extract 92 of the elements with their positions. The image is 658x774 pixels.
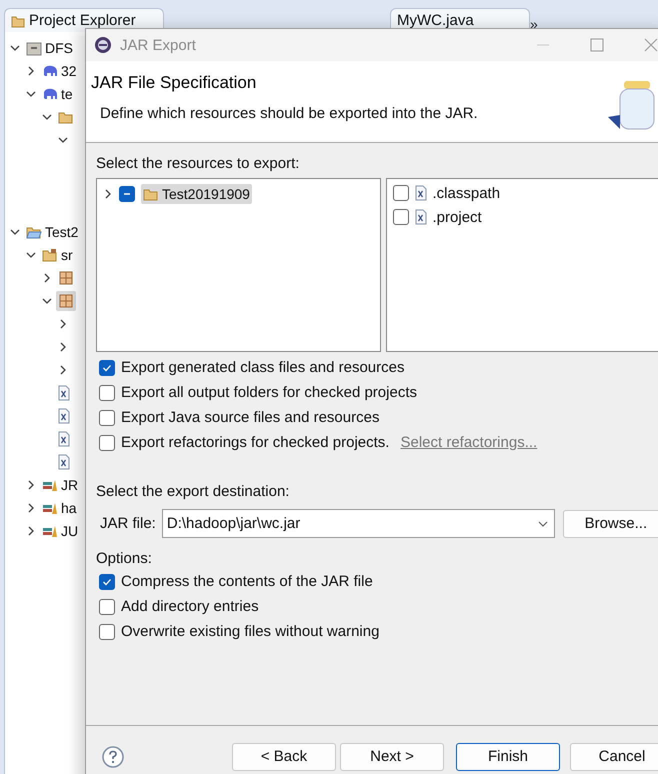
page-description: Define which resources should be exported into the JAR. [99, 105, 478, 122]
tree-label: Test2 [45, 224, 78, 240]
chevron-right-icon[interactable] [58, 364, 68, 374]
window-title: JAR Export [120, 36, 197, 54]
check-icon [102, 576, 112, 586]
tree-item[interactable]: ha [40, 498, 79, 518]
tree-item[interactable] [56, 428, 72, 448]
chevron-down-icon[interactable] [58, 134, 68, 144]
option-label: Overwrite existing files without warning [121, 623, 380, 640]
tree-item[interactable]: JR [40, 474, 80, 494]
tree-label: JR [61, 476, 78, 492]
overflow-label[interactable]: » [530, 16, 538, 32]
file-name: .classpath [432, 184, 500, 202]
view-tab[interactable]: Project Explorer [4, 8, 164, 32]
checkbox[interactable] [99, 574, 115, 590]
tree-item[interactable] [56, 406, 72, 426]
section-label: Select the resources to export: [96, 155, 300, 172]
tree-item[interactable]: 32 [40, 60, 79, 80]
server-icon [26, 40, 42, 56]
xml-file-icon [58, 408, 70, 424]
checkbox[interactable] [99, 624, 115, 640]
chevron-down-icon[interactable] [26, 250, 36, 260]
file-name: .project [432, 208, 482, 226]
chevron-down-icon[interactable] [42, 296, 52, 306]
tree-item[interactable] [56, 290, 76, 310]
jar-file-combo[interactable]: D:\hadoop\jar\wc.jar [162, 509, 555, 538]
section-label: Options: [96, 550, 153, 567]
checkbox[interactable] [392, 209, 409, 225]
option-label: Export generated class files and resources [121, 359, 404, 376]
dropdown-icon[interactable] [538, 520, 548, 526]
tree-item[interactable]: JU [40, 520, 80, 540]
chevron-right-icon[interactable] [26, 502, 36, 512]
checkbox[interactable] [119, 186, 135, 202]
chevron-right-icon[interactable] [26, 480, 36, 490]
dialog-button[interactable]: Finish [456, 742, 560, 770]
tree-item[interactable] [56, 382, 72, 402]
tab-label: MyWC.java [397, 12, 474, 29]
xml-file-icon [414, 185, 427, 201]
browse-button[interactable]: Browse... [562, 510, 658, 538]
refactorings-link[interactable]: Select refactorings... [400, 434, 538, 451]
chevron-down-icon[interactable] [26, 88, 36, 98]
dialog-button[interactable]: < Back [232, 742, 336, 770]
checkbox[interactable] [392, 185, 409, 201]
tree-item[interactable]: te [40, 84, 75, 104]
tree-label: ha [61, 500, 77, 516]
chevron-right-icon[interactable] [103, 188, 113, 198]
chevron-right-icon[interactable] [58, 342, 68, 352]
option-label: Add directory entries [121, 598, 259, 615]
page-title: JAR File Specification [91, 73, 258, 93]
tree-label: Test20191909 [162, 186, 250, 202]
xml-file-icon [58, 454, 70, 470]
checkbox[interactable] [99, 598, 115, 614]
checkbox[interactable] [99, 434, 115, 450]
checkbox[interactable] [99, 360, 115, 376]
option-label: Export refactorings for checked projects. [121, 434, 390, 451]
chevron-right-icon[interactable] [26, 526, 36, 536]
option-label: Export Java source files and resources [121, 409, 380, 426]
chevron-down-icon[interactable] [10, 226, 20, 236]
folder-icon [42, 246, 58, 262]
chevron-right-icon[interactable] [58, 318, 68, 328]
combo-value: D:\hadoop\jar\wc.jar [166, 515, 300, 532]
tree-label: JU [61, 522, 78, 538]
option-label: Export all output folders for checked projects [121, 384, 417, 401]
tree-label: DFS [45, 40, 73, 56]
package-icon [58, 292, 74, 308]
explorer-icon [11, 14, 25, 28]
chevron-right-icon[interactable] [26, 66, 36, 76]
dialog-button[interactable]: Cancel [570, 742, 658, 770]
checkbox[interactable] [99, 410, 115, 426]
checkbox[interactable] [99, 384, 115, 400]
check-icon [102, 362, 112, 372]
xml-file-icon [414, 209, 427, 225]
tree-item[interactable]: sr [40, 244, 75, 264]
tree-label: 32 [61, 62, 77, 78]
tab-label: Project Explorer [29, 12, 136, 29]
tree-item[interactable]: Test20191909 [141, 184, 252, 204]
chevron-right-icon[interactable] [42, 272, 52, 282]
field-label: JAR file: [100, 515, 156, 532]
help-icon[interactable] [102, 746, 124, 768]
xml-file-icon [58, 430, 70, 446]
tree-item[interactable] [56, 452, 72, 472]
dialog-button[interactable]: Next > [340, 742, 444, 770]
tree-item[interactable]: DFS [24, 38, 75, 58]
chevron-down-icon[interactable] [42, 112, 52, 122]
tree-label: sr [61, 246, 73, 262]
package-icon [58, 270, 74, 286]
xml-file-icon [58, 384, 70, 400]
tree-label: te [61, 86, 73, 102]
option-label: Compress the contents of the JAR file [121, 573, 373, 590]
tree-item[interactable]: Test2 [24, 222, 80, 242]
chevron-down-icon[interactable] [10, 42, 20, 52]
section-label: Select the export destination: [96, 483, 290, 500]
